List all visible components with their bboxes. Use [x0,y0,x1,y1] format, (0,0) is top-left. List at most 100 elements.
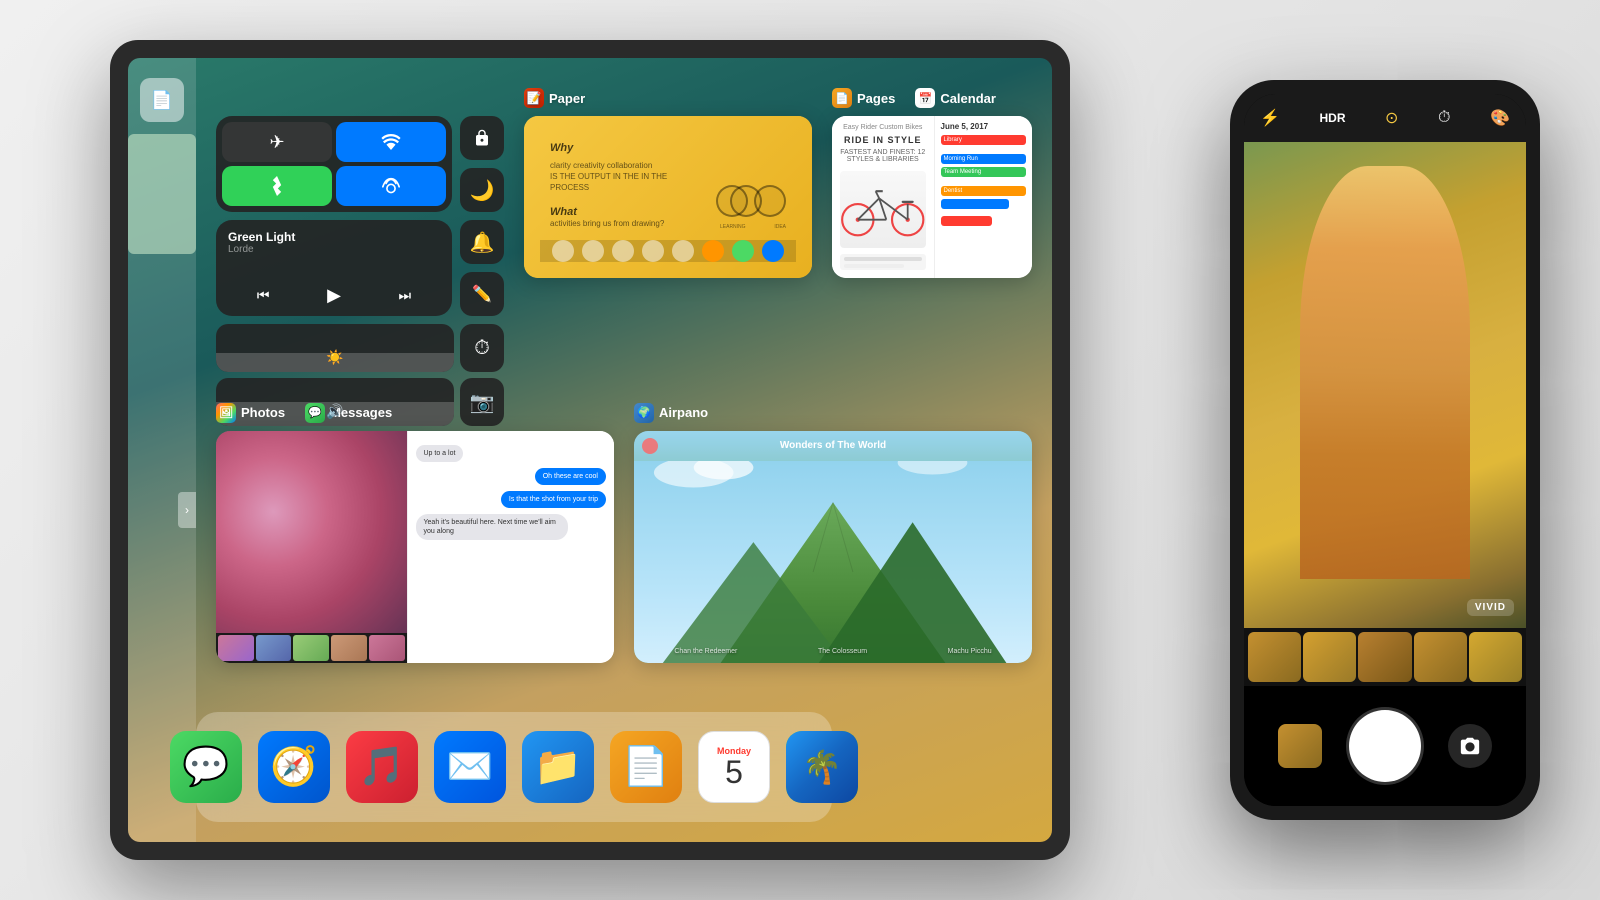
cc-bluetooth-btn[interactable] [222,166,332,206]
dock-messages[interactable]: 💬 [170,731,242,803]
dock-music[interactable]: 🎵 [346,731,418,803]
film-thumb-5 [1469,632,1522,682]
color-swatch-2[interactable] [732,240,754,262]
paper-card-wrapper: 📝 Paper Why clarity creativity collabora… [524,116,812,278]
photo-thumb-2 [256,635,292,661]
pages-doc-heading: RIDE IN STYLE [840,135,926,145]
scene: 📄 › 📝 Paper [0,0,1600,900]
airpano-wrapper: 🌍 Airpano Wonders of The World [634,431,1032,663]
np-next-btn[interactable]: ⏭ [399,287,412,304]
film-thumb-1-img [1248,632,1301,682]
photo-thumb-1 [218,635,254,661]
camera-filmstrip [1244,628,1526,686]
airpano-icon: 🌍 [634,403,654,423]
camera-library-thumb[interactable] [1278,724,1322,768]
tool-5[interactable] [672,240,694,262]
paper-card[interactable]: Why clarity creativity collaboration IS … [524,116,812,278]
filter-icon[interactable]: 🎨 [1490,108,1510,128]
msg-bubble-3: Is that the shot from your trip [501,491,606,508]
dock-safari[interactable]: 🧭 [258,731,330,803]
live-photo-icon[interactable]: ⊙ [1385,108,1398,128]
photos-title: Photos [241,405,285,420]
pages-cal-header: 📄 Pages 📅 Calendar [832,88,996,108]
cc-edit-btn[interactable]: ✏️ [460,272,504,316]
film-thumb-3-img [1358,632,1411,682]
dock-travel[interactable]: 🌴 [786,731,858,803]
hdr-label[interactable]: HDR [1319,111,1345,125]
ipad-dock: 💬 🧭 🎵 ✉️ 📁 📄 Monday 5 🌴 [196,712,832,822]
cc-brightness-slider[interactable]: ☀️ [216,324,454,372]
messages-bubbles: Up to a lot Oh these are cool Is that th… [416,439,607,655]
pages-title: Pages [857,91,895,106]
np-prev-btn[interactable]: ⏮ [257,287,270,304]
iphone: ⚡ HDR ⊙ ⏱ 🎨 VIVID [1230,80,1540,820]
np-artist: Lorde [228,244,440,255]
airpano-title-bar: Wonders of The World [634,431,1032,461]
film-thumb-4 [1414,632,1467,682]
pages-bike-image [840,171,926,248]
film-thumb-4-img [1414,632,1467,682]
ipad: 📄 › 📝 Paper [110,40,1070,860]
cc-notif-edit-col: 🔔 ✏️ [460,220,504,316]
camera-flip-btn[interactable] [1448,724,1492,768]
cc-do-not-disturb-btn[interactable]: 🌙 [460,168,504,212]
color-swatch-3[interactable] [762,240,784,262]
camera-viewfinder: VIVID [1244,142,1526,628]
cc-timer-btn[interactable]: ⏱ [460,324,504,372]
venn-diagram: LEARNING IDEA [716,180,786,230]
iphone-home-indicator [1360,766,1410,816]
timer-icon[interactable]: ⏱ [1438,109,1450,127]
pages-content: Easy Rider Custom Bikes RIDE IN STYLE FA… [832,116,934,278]
cc-airplane-btn[interactable]: ✈ [222,122,332,162]
cc-notification-btn[interactable]: 🔔 [460,220,504,264]
sidebar-expand[interactable]: › [178,492,196,528]
msg-bubble-4: Yeah it's beautiful here. Next time we'l… [416,514,568,540]
bicycle-svg [840,174,926,244]
person-figure [1300,166,1469,579]
pages-calendar-card[interactable]: Easy Rider Custom Bikes RIDE IN STYLE FA… [832,116,1032,278]
dock-pages[interactable]: 📄 [610,731,682,803]
photo-thumb-3 [293,635,329,661]
paper-label: 📝 Paper [524,88,585,108]
tool-3[interactable] [612,240,634,262]
photos-messages-card[interactable]: Up to a lot Oh these are cool Is that th… [216,431,614,663]
cc-wifi-btn[interactable] [336,122,446,162]
dock-calendar[interactable]: Monday 5 [698,731,770,803]
tool-4[interactable] [642,240,664,262]
cc-rotation-lock-btn[interactable] [460,116,504,160]
calendar-icon: 📅 [915,88,935,108]
dock-travel-inner: 🌴 [786,731,858,803]
np-title: Green Light [228,230,440,244]
sidebar-strip: 📄 › [128,58,196,842]
airpano-locations: Chan the Redeemer The Colosseum Machu Pi… [634,648,1032,655]
loc-3: Machu Picchu [948,648,992,655]
flash-icon[interactable]: ⚡ [1260,108,1280,128]
messages-content: Up to a lot Oh these are cool Is that th… [407,431,615,663]
tool-2[interactable] [582,240,604,262]
loc-1: Chan the Redeemer [674,648,737,655]
dock-mail[interactable]: ✉️ [434,731,506,803]
tool-1[interactable] [552,240,574,262]
cal-entry-5 [941,199,1009,209]
camera-toolbar: ⚡ HDR ⊙ ⏱ 🎨 [1244,94,1526,142]
volume-icon: 🔊 [326,403,343,420]
pages-doc-desc: FASTEST AND FINEST: 12 STYLES & LIBRARIE… [840,149,926,163]
dock-files[interactable]: 📁 [522,731,594,803]
airpano-card[interactable]: Wonders of The World [634,431,1032,663]
messages-label: 💬 Messages [305,403,392,423]
photos-messages-wrapper: 🖼 Photos 💬 Messages [216,431,614,663]
iphone-screen: ⚡ HDR ⊙ ⏱ 🎨 VIVID [1244,94,1526,806]
np-play-btn[interactable]: ▶ [327,285,341,306]
cc-side-buttons: 🌙 [460,116,504,212]
film-thumb-5-img [1469,632,1522,682]
photo-thumb-4 [331,635,367,661]
cal-entry-6 [941,216,992,226]
airpano-close-btn[interactable] [642,438,658,454]
calendar-content: June 5, 2017 Library Morning Run Team Me… [934,116,1033,278]
color-swatch-1[interactable] [702,240,724,262]
cc-airdrop-btn[interactable] [336,166,446,206]
film-thumb-2 [1303,632,1356,682]
paper-title: Paper [549,91,585,106]
paper-icon: 📝 [524,88,544,108]
calendar-title: Calendar [940,91,996,106]
